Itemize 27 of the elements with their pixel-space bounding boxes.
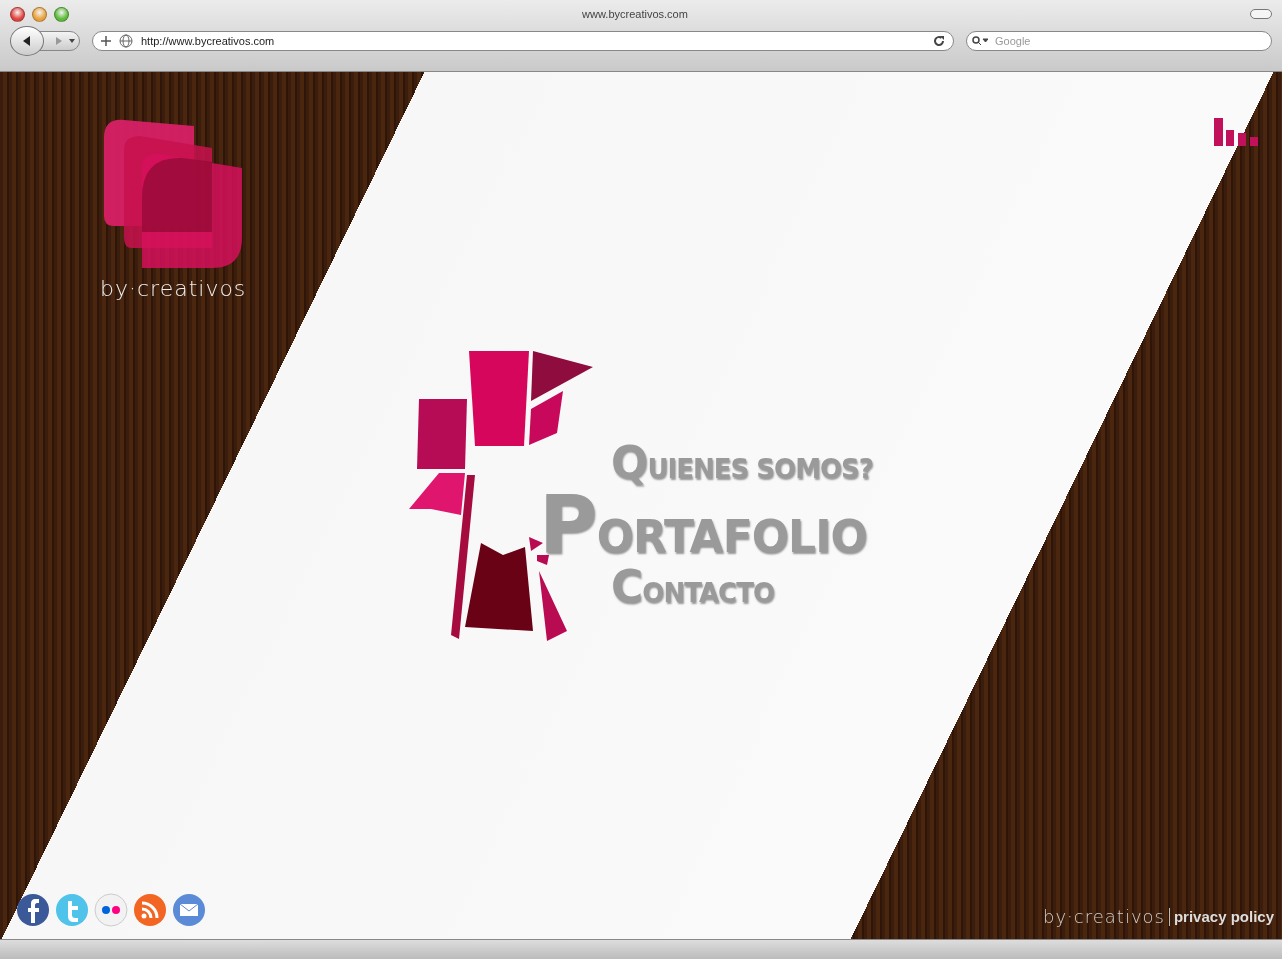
toolbar-toggle-icon[interactable] <box>1250 9 1272 19</box>
menu-link[interactable]: CONTACTO <box>611 565 873 609</box>
search-field[interactable]: Google <box>966 31 1272 51</box>
add-icon[interactable] <box>101 36 111 46</box>
back-icon <box>21 35 33 47</box>
mail-icon[interactable] <box>172 893 206 927</box>
facebook-icon[interactable] <box>16 893 50 927</box>
bar-chart-icon[interactable] <box>1214 118 1260 146</box>
menu-link[interactable]: PORTAFOLIO <box>539 485 873 565</box>
window-title: www.bycreativos.com <box>581 8 689 20</box>
minimize-icon[interactable] <box>32 6 47 22</box>
forward-icon <box>55 36 63 46</box>
privacy-policy-link[interactable]: privacy policy <box>1173 908 1274 925</box>
caret-icon <box>69 39 75 43</box>
menu-link[interactable]: QUIENES SOMOS? <box>611 441 873 485</box>
search-icon <box>972 36 988 46</box>
flickr-icon[interactable] <box>94 893 128 927</box>
zoom-icon[interactable] <box>54 6 69 22</box>
url-text: http://www.bycreativos.com <box>141 35 276 47</box>
reload-icon[interactable] <box>933 35 945 47</box>
footer-wordmark: by·creativos <box>1043 906 1165 927</box>
address-field[interactable]: http://www.bycreativos.com <box>92 31 954 51</box>
globe-icon <box>119 34 133 48</box>
close-icon[interactable] <box>10 6 25 22</box>
rss-icon[interactable] <box>133 893 167 927</box>
back-button[interactable] <box>10 26 44 56</box>
logo-wordmark: by·creativos <box>100 276 247 301</box>
